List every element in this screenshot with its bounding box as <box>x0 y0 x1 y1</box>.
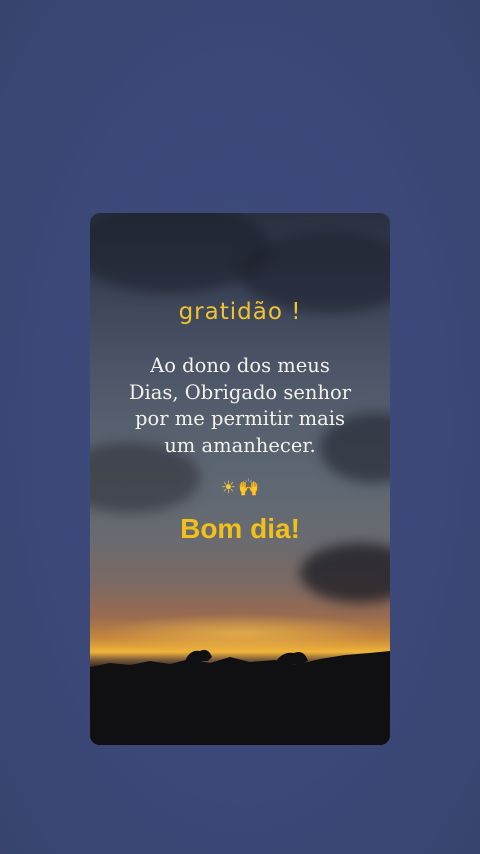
post-message: Ao dono dos meus Dias, Obrigado senhor p… <box>110 353 370 459</box>
sun-icon: ☀ <box>220 478 237 498</box>
message-line: Dias, Obrigado senhor <box>128 380 352 404</box>
message-line: Ao dono dos meus <box>150 354 330 377</box>
silhouette-landscape <box>90 649 390 745</box>
emoji-row: ☀ 🙌 <box>90 477 390 499</box>
greeting-text: Bom dia! <box>180 513 300 544</box>
story-screen: gratidão ! Ao dono dos meus Dias, Obriga… <box>0 0 480 854</box>
raised-hands-icon: 🙌 <box>238 478 260 498</box>
message-line: por me permitir mais <box>135 407 345 430</box>
post-title: gratidão ! <box>178 299 302 325</box>
sunrise-image-card[interactable]: gratidão ! Ao dono dos meus Dias, Obriga… <box>90 213 390 745</box>
cloud <box>300 543 390 603</box>
message-line: um amanhecer. <box>164 433 316 457</box>
